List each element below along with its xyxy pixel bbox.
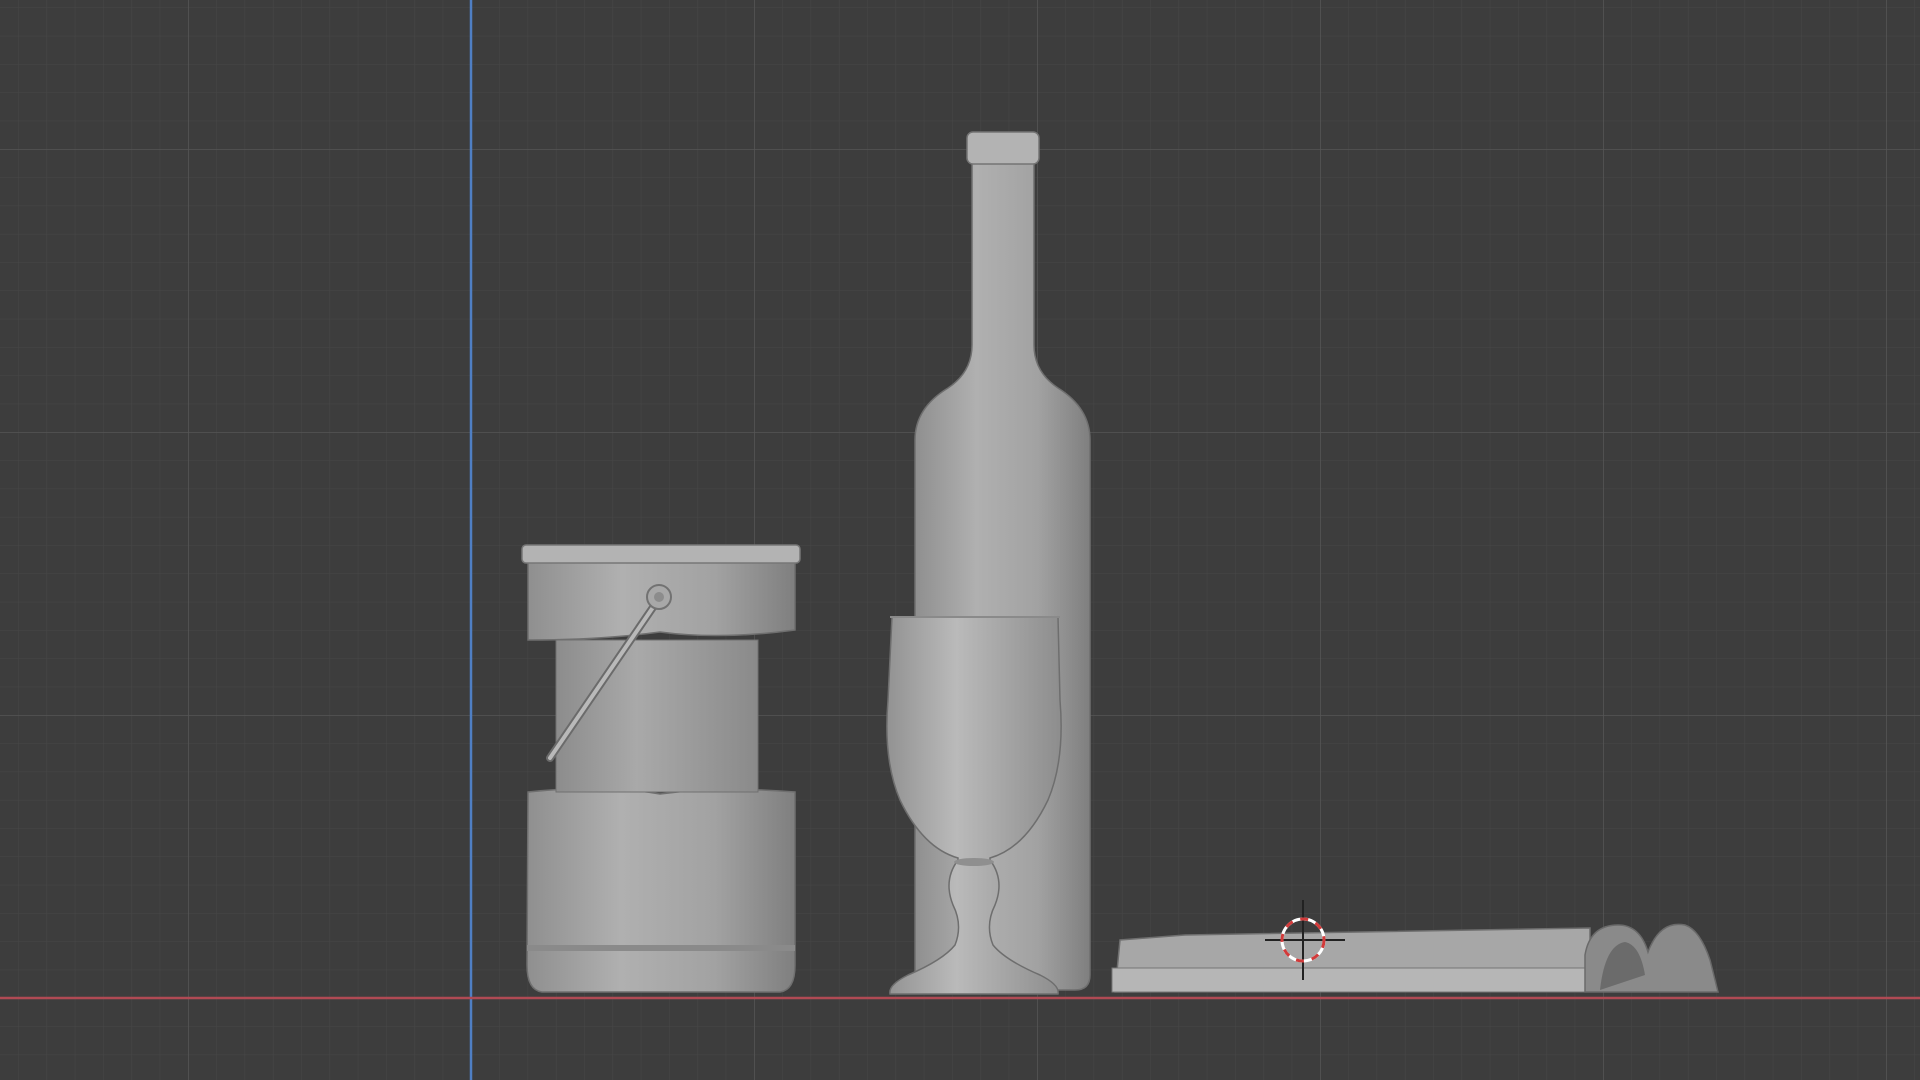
book-mesh[interactable]	[1111, 923, 1719, 993]
3d-viewport[interactable]	[0, 0, 1920, 1080]
bucket-mesh[interactable]	[521, 544, 801, 993]
viewport-canvas[interactable]	[0, 0, 1920, 1080]
